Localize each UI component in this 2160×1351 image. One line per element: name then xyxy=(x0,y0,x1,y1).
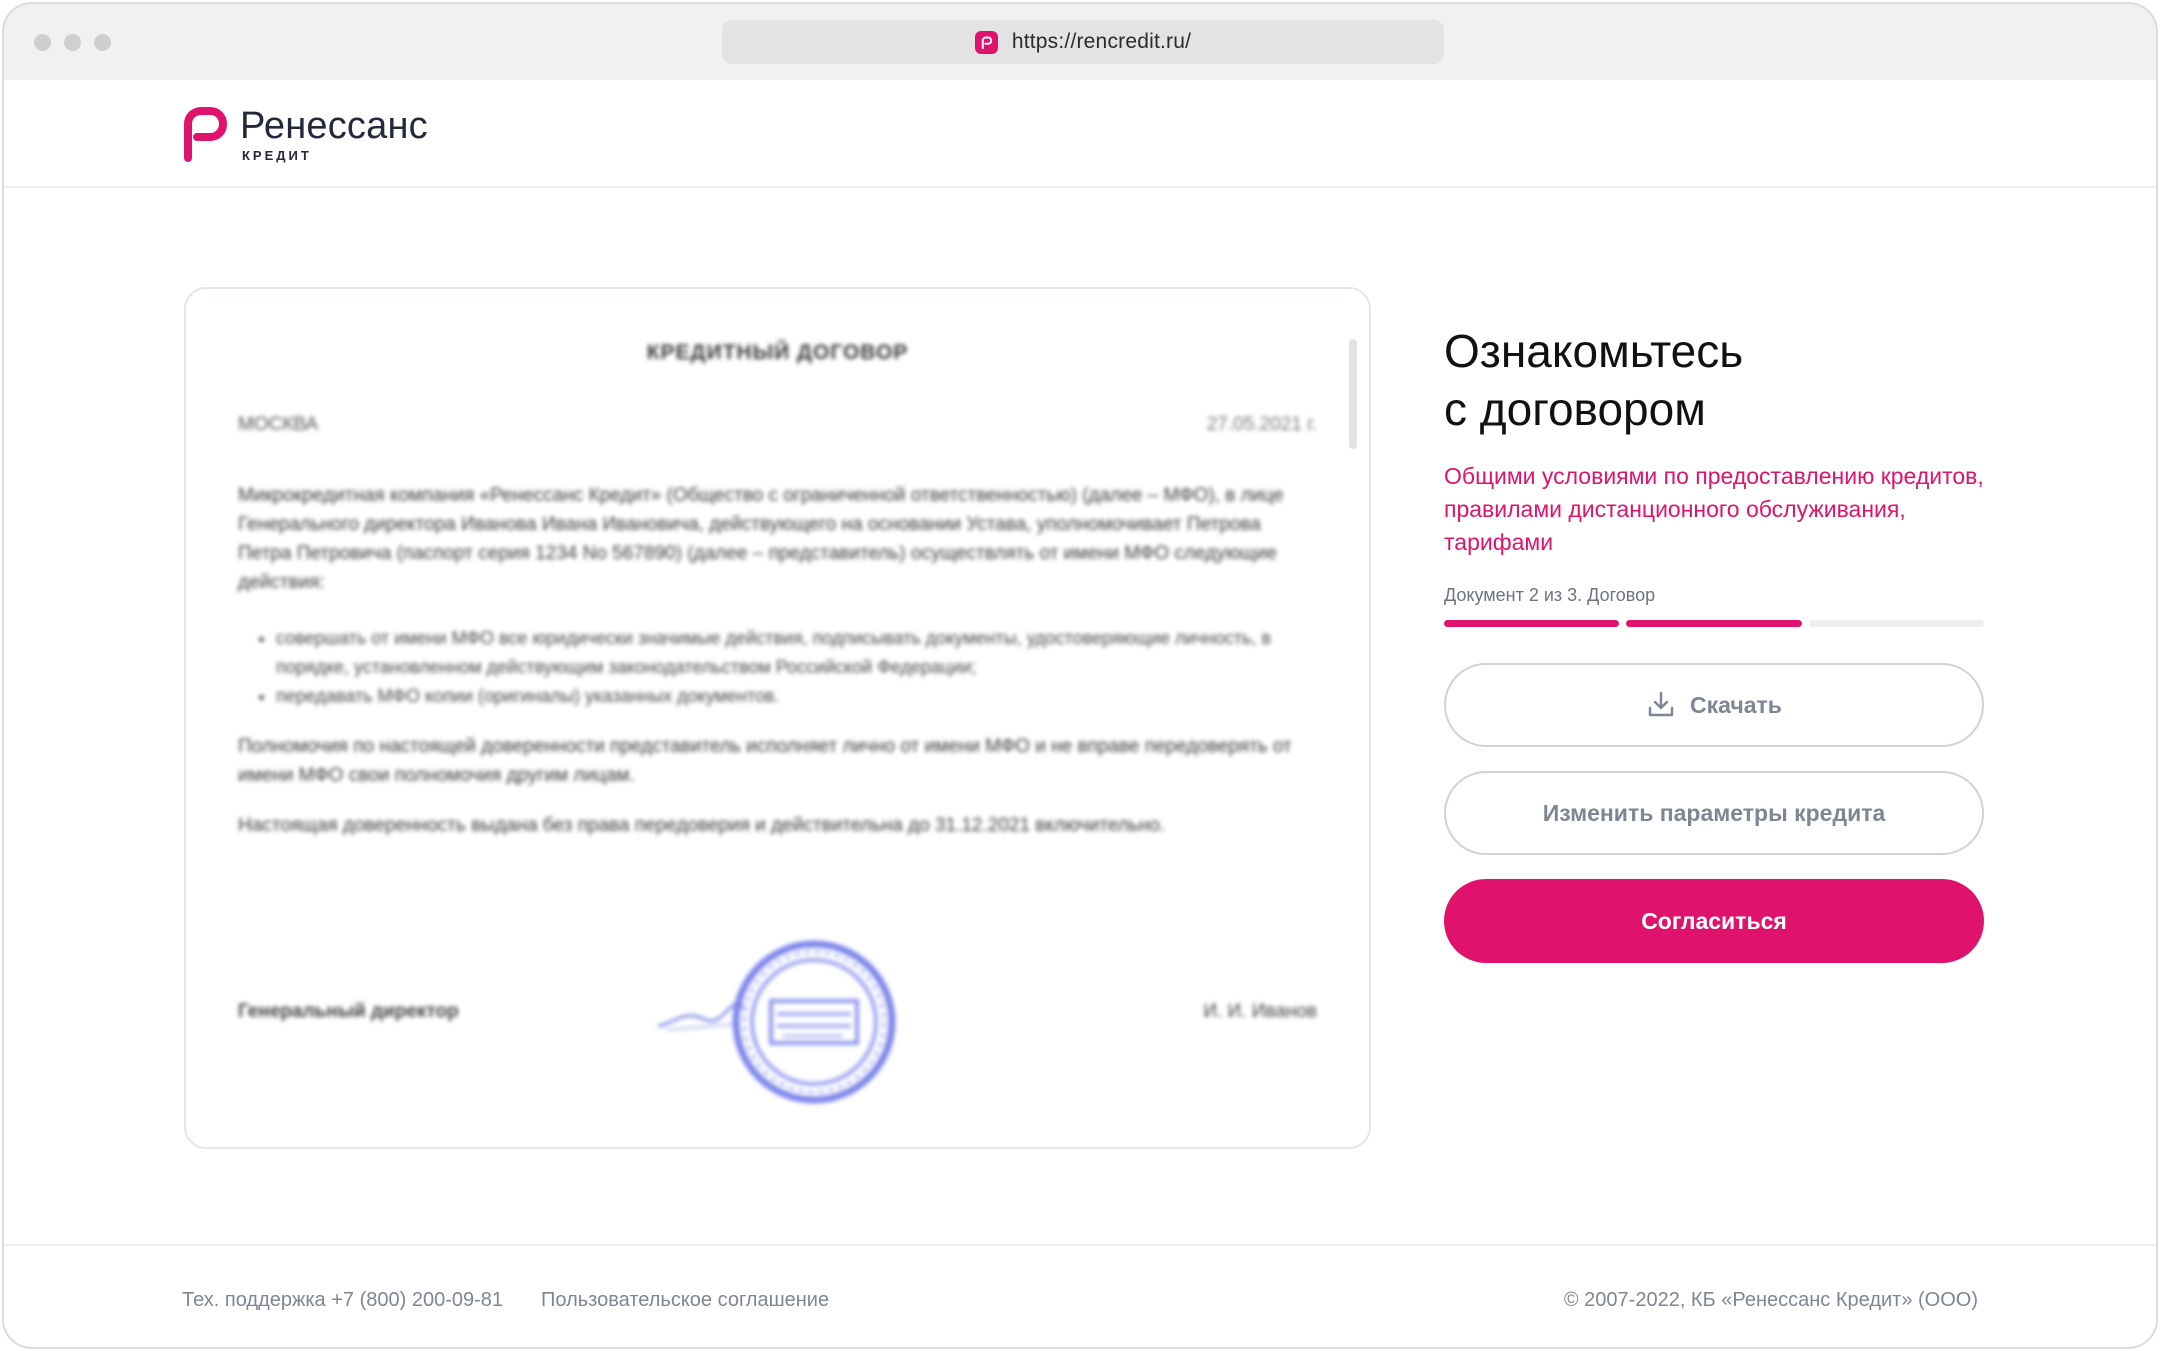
document-scrollbar[interactable] xyxy=(1349,339,1357,1099)
progress-segment xyxy=(1808,620,1984,627)
site-header: Ренессанс КРЕДИТ xyxy=(4,80,2156,188)
support-phone[interactable]: Тех. поддержка +7 (800) 200-09-81 xyxy=(182,1289,503,1312)
window-minimize-dot[interactable] xyxy=(64,34,81,51)
change-credit-params-label: Изменить параметры кредита xyxy=(1542,799,1886,826)
review-panel: Ознакомьтесь с договором Общими условиям… xyxy=(1444,322,1984,963)
brand-logo[interactable]: Ренессанс КРЕДИТ xyxy=(182,106,428,162)
document-date: 27.05.2021 г. xyxy=(1206,414,1317,435)
brand-name: Ренессанс xyxy=(240,104,428,147)
progress-label: Документ 2 из 3. Договор xyxy=(1444,585,1656,605)
company-stamp-image xyxy=(732,940,896,1104)
url-text: https://rencredit.ru/ xyxy=(1011,30,1192,53)
document-paragraph: Полномочия по настоящей доверенности пре… xyxy=(238,736,1292,786)
document-viewer[interactable]: КРЕДИТНЫЙ ДОГОВОР МОСКВА 27.05.2021 г. М… xyxy=(184,287,1371,1149)
progress-segment xyxy=(1444,620,1620,627)
brand-subtitle: КРЕДИТ xyxy=(242,147,312,163)
copyright: © 2007-2022, КБ «Ренессанс Кредит» (ООО) xyxy=(1563,1289,1978,1311)
browser-window: https://rencredit.ru/ Ренессанс КРЕДИТ К… xyxy=(2,2,2158,1349)
signer-title: Генеральный директор xyxy=(238,1001,459,1022)
user-agreement-link[interactable]: Пользовательское соглашение xyxy=(541,1289,829,1312)
download-icon xyxy=(1648,691,1674,717)
window-maximize-dot[interactable] xyxy=(94,34,111,51)
tariffs-link[interactable]: тарифами xyxy=(1444,529,1553,555)
document-title: КРЕДИТНЫЙ ДОГОВОР xyxy=(646,341,909,364)
browser-titlebar: https://rencredit.ru/ xyxy=(4,4,2156,80)
document-progress-bar xyxy=(1444,620,1984,627)
download-button-label: Скачать xyxy=(1690,691,1782,718)
site-favicon-icon xyxy=(974,30,998,54)
address-bar[interactable]: https://rencredit.ru/ xyxy=(722,20,1444,64)
brand-logo-icon xyxy=(184,107,227,162)
site-footer: Тех. поддержка +7 (800) 200-09-81 Пользо… xyxy=(4,1244,2156,1347)
document-city: МОСКВА xyxy=(238,414,319,435)
document-list-item: совершать от имени МФО все юридически зн… xyxy=(276,624,1296,682)
agree-button-label: Согласиться xyxy=(1641,907,1787,934)
document-page: КРЕДИТНЫЙ ДОГОВОР МОСКВА 27.05.2021 г. М… xyxy=(186,289,1369,1147)
document-list: совершать от имени МФО все юридически зн… xyxy=(256,624,1296,711)
window-close-dot[interactable] xyxy=(34,34,51,51)
document-list-item: передавать МФО копии (оригиналы) указанн… xyxy=(276,682,1296,711)
general-terms-link[interactable]: Общими условиями по предоставлению креди… xyxy=(1444,463,1977,489)
signer-name: И. И. Иванов xyxy=(1203,1001,1317,1022)
remote-service-rules-link[interactable]: правилами дистанционного обслуживания xyxy=(1444,496,1899,522)
download-button[interactable]: Скачать xyxy=(1444,663,1984,747)
document-scrollbar-thumb[interactable] xyxy=(1349,339,1357,449)
change-credit-params-button[interactable]: Изменить параметры кредита xyxy=(1444,771,1984,855)
terms-links: Общими условиями по предоставлению креди… xyxy=(1444,460,1984,559)
progress-segment xyxy=(1626,620,1802,627)
links-separator: , xyxy=(1977,463,1984,489)
document-paragraph: Микрокредитная компания «Ренессанс Креди… xyxy=(238,485,1284,593)
document-paragraph: Настоящая доверенность выдана без права … xyxy=(238,815,1166,836)
links-separator: , xyxy=(1899,496,1906,522)
agree-button[interactable]: Согласиться xyxy=(1444,879,1984,963)
page-title: Ознакомьтесь с договором xyxy=(1444,325,1744,435)
